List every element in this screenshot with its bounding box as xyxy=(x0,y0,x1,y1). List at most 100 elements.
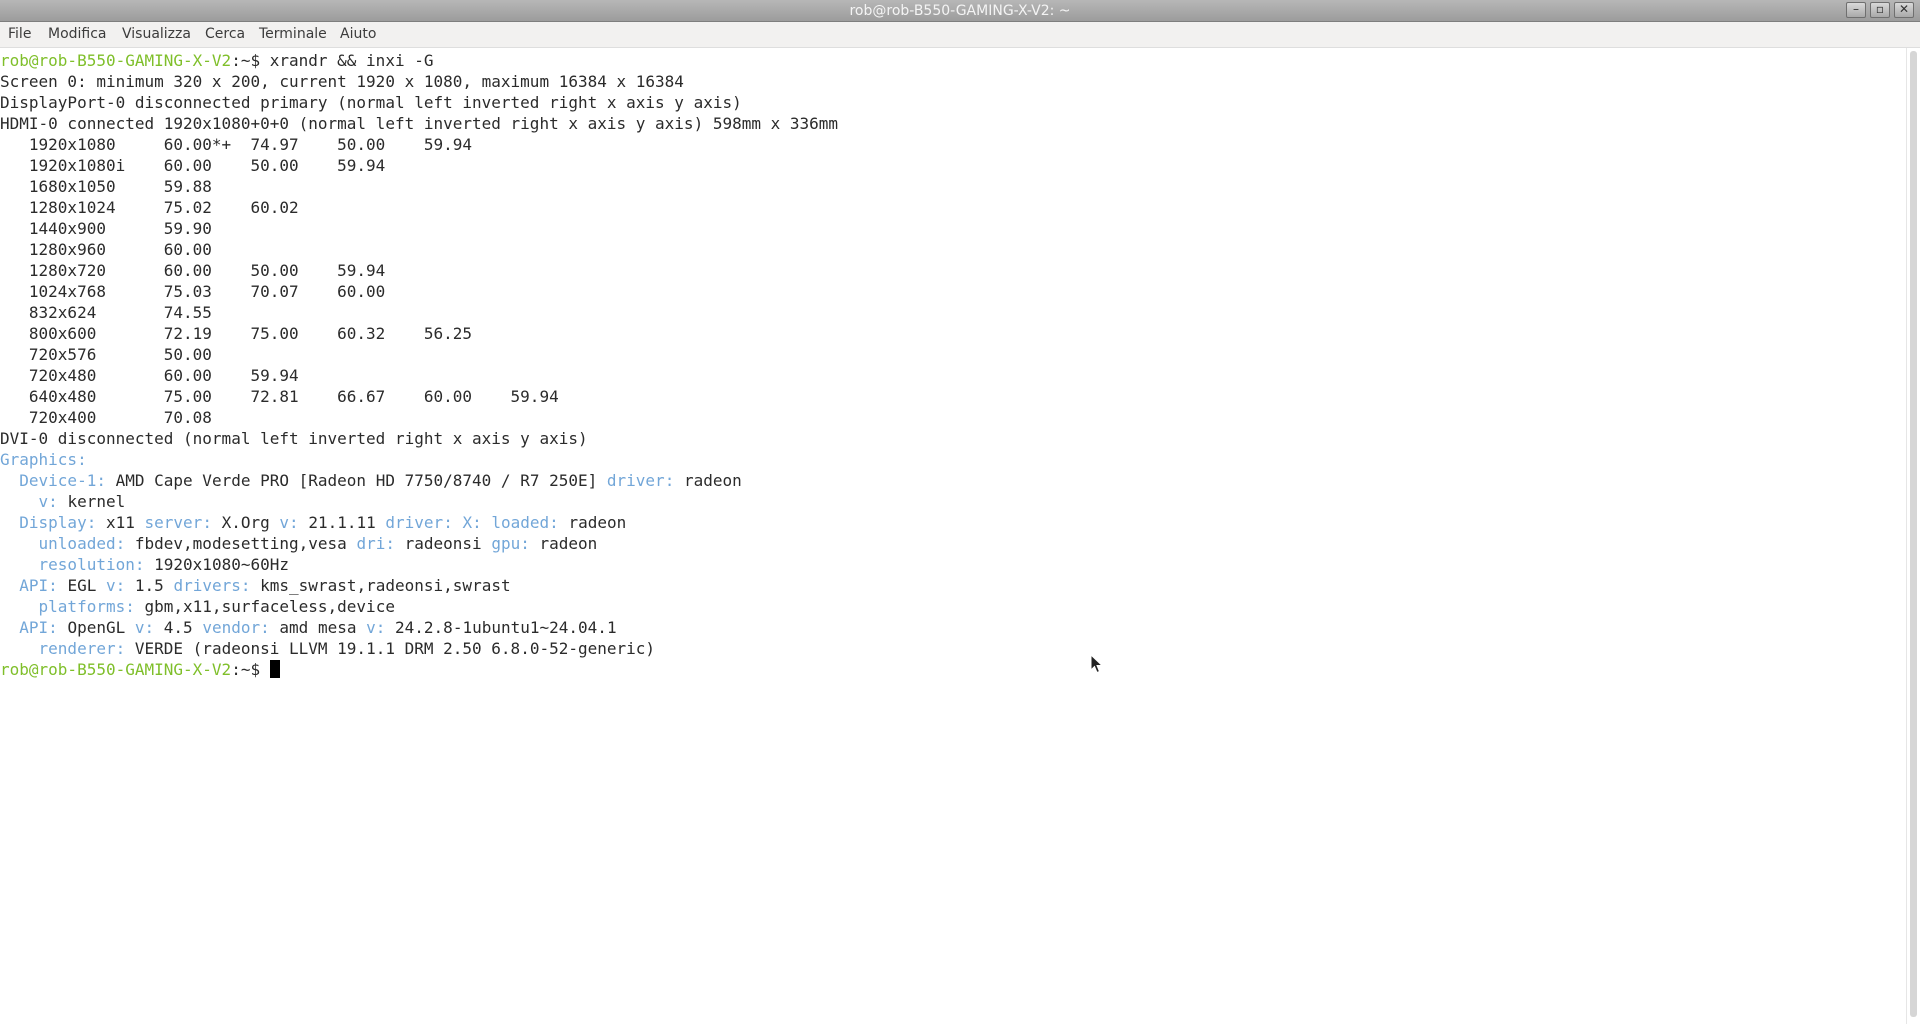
xrandr-mode-row: 1024x768 75.03 70.07 60.00 xyxy=(0,282,386,301)
inxi-field-value: kernel xyxy=(67,492,126,511)
inxi-field-value: OpenGL xyxy=(67,618,126,637)
xrandr-mode-row: 800x600 72.19 75.00 60.32 56.25 xyxy=(0,324,473,343)
inxi-field-label: unloaded: xyxy=(38,534,126,553)
inxi-field-label: driver: xyxy=(385,513,453,532)
inxi-field-value: kms_swrast,radeonsi,swrast xyxy=(260,576,511,595)
inxi-field-value: AMD Cape Verde PRO [Radeon HD 7750/8740 … xyxy=(115,471,598,490)
menu-aiuto[interactable]: Aiuto xyxy=(340,26,376,43)
menu-cerca[interactable]: Cerca xyxy=(205,26,245,43)
close-icon: ✕ xyxy=(1898,2,1910,16)
inxi-row: unloaded: fbdev,modesetting,vesa dri: ra… xyxy=(0,533,838,554)
inxi-field-label: API: xyxy=(19,618,58,637)
xrandr-mode-row: 1280x720 60.00 50.00 59.94 xyxy=(0,261,386,280)
inxi-field-label: loaded: xyxy=(491,513,559,532)
inxi-field-value: 4.5 xyxy=(163,618,193,637)
xrandr-screen-line: Screen 0: minimum 320 x 200, current 192… xyxy=(0,72,684,91)
xrandr-mode-row: 720x400 70.08 xyxy=(0,408,212,427)
xrandr-mode-row: 1920x1080i 60.00 50.00 59.94 xyxy=(0,156,386,175)
menu-modifica[interactable]: Modifica xyxy=(48,26,107,43)
inxi-field-label: server: xyxy=(144,513,212,532)
xrandr-mode-row: 1920x1080 60.00*+ 74.97 50.00 59.94 xyxy=(0,135,473,154)
inxi-output: Graphics: Device-1: AMD Cape Verde PRO [… xyxy=(0,449,838,659)
inxi-field-label: v: xyxy=(366,618,386,637)
terminal-text: rob@rob-B550-GAMING-X-V2:~$ xrandr && in… xyxy=(0,50,838,680)
inxi-field-value: 1.5 xyxy=(134,576,164,595)
xrandr-mode-row: 720x480 60.00 59.94 xyxy=(0,366,299,385)
inxi-field-value: radeon xyxy=(568,513,627,532)
prompt-suffix: :~$ xyxy=(231,51,270,70)
inxi-field-label: resolution: xyxy=(38,555,145,574)
active-prompt-line: rob@rob-B550-GAMING-X-V2:~$ xyxy=(0,659,838,680)
inxi-field-label: v: xyxy=(38,492,58,511)
inxi-field-value: EGL xyxy=(67,576,97,595)
inxi-field-label: vendor: xyxy=(202,618,270,637)
command-line: rob@rob-B550-GAMING-X-V2:~$ xrandr && in… xyxy=(0,50,838,71)
inxi-field-value: radeonsi xyxy=(404,534,482,553)
xrandr-modes: 1920x1080 60.00*+ 74.97 50.00 59.94 1920… xyxy=(0,134,838,428)
maximize-button[interactable]: ▫ xyxy=(1870,2,1890,18)
close-button[interactable]: ✕ xyxy=(1894,2,1914,18)
inxi-field-value: 24.2.8-1ubuntu1~24.04.1 xyxy=(395,618,617,637)
menu-terminale[interactable]: Terminale xyxy=(259,26,327,43)
inxi-row: platforms: gbm,x11,surfaceless,device xyxy=(0,596,838,617)
menu-file[interactable]: File xyxy=(8,26,31,43)
prompt: rob@rob-B550-GAMING-X-V2 xyxy=(0,660,232,679)
inxi-field-label: Display: xyxy=(19,513,97,532)
inxi-field-value: 21.1.11 xyxy=(308,513,376,532)
inxi-field-label: v: xyxy=(105,576,126,595)
window-titlebar[interactable]: rob@rob-B550-GAMING-X-V2: ~ – ▫ ✕ xyxy=(0,0,1920,22)
inxi-field-label: X: xyxy=(462,513,482,532)
inxi-row: renderer: VERDE (radeonsi LLVM 19.1.1 DR… xyxy=(0,638,838,659)
inxi-field-value: VERDE (radeonsi LLVM 19.1.1 DRM 2.50 6.8… xyxy=(134,639,656,658)
xrandr-displayport-line: DisplayPort-0 disconnected primary (norm… xyxy=(0,93,742,112)
maximize-icon: ▫ xyxy=(1875,2,1885,16)
minimize-icon: – xyxy=(1853,2,1859,16)
xrandr-dvi-line: DVI-0 disconnected (normal left inverted… xyxy=(0,429,588,448)
minimize-button[interactable]: – xyxy=(1846,2,1866,18)
inxi-field-label: platforms: xyxy=(38,597,135,616)
menu-visualizza[interactable]: Visualizza xyxy=(122,26,191,43)
inxi-field-label: renderer: xyxy=(38,639,126,658)
window-title: rob@rob-B550-GAMING-X-V2: ~ xyxy=(849,3,1071,19)
inxi-row: Display: x11 server: X.Org v: 21.1.11 dr… xyxy=(0,512,838,533)
inxi-row: API: OpenGL v: 4.5 vendor: amd mesa v: 2… xyxy=(0,617,838,638)
inxi-field-value: radeon xyxy=(539,534,598,553)
text-cursor xyxy=(269,660,280,678)
inxi-field-value: 1920x1080~60Hz xyxy=(154,555,289,574)
inxi-row: v: kernel xyxy=(0,491,838,512)
xrandr-hdmi-line: HDMI-0 connected 1920x1080+0+0 (normal l… xyxy=(0,114,839,133)
prompt: rob@rob-B550-GAMING-X-V2 xyxy=(0,51,232,70)
inxi-field-value: amd mesa xyxy=(279,618,357,637)
menubar: File Modifica Visualizza Cerca Terminale… xyxy=(0,22,1920,48)
inxi-field-value: X.Org xyxy=(221,513,270,532)
inxi-field-value: fbdev,modesetting,vesa xyxy=(134,534,347,553)
xrandr-mode-row: 832x624 74.55 xyxy=(0,303,212,322)
inxi-field-value: radeon xyxy=(683,471,742,490)
terminal-output[interactable]: rob@rob-B550-GAMING-X-V2:~$ xrandr && in… xyxy=(0,48,1906,1024)
xrandr-mode-row: 1280x960 60.00 xyxy=(0,240,212,259)
command-text: xrandr && inxi -G xyxy=(269,51,434,70)
inxi-row: API: EGL v: 1.5 drivers: kms_swrast,rade… xyxy=(0,575,838,596)
prompt-suffix: :~$ xyxy=(231,660,270,679)
inxi-field-label: API: xyxy=(19,576,58,595)
inxi-field-label: Graphics: xyxy=(0,450,87,469)
inxi-field-label: v: xyxy=(279,513,299,532)
inxi-field-label: drivers: xyxy=(173,576,251,595)
inxi-field-value: x11 xyxy=(105,513,135,532)
inxi-field-label: v: xyxy=(134,618,155,637)
inxi-field-label: driver: xyxy=(606,471,675,490)
scrollbar-thumb[interactable] xyxy=(1910,51,1917,1017)
terminal-scrollbar[interactable] xyxy=(1906,48,1920,1024)
inxi-row: Graphics: xyxy=(0,449,838,470)
inxi-field-label: Device-1: xyxy=(19,471,106,490)
inxi-field-label: gpu: xyxy=(491,534,530,553)
xrandr-mode-row: 1440x900 59.90 xyxy=(0,219,212,238)
